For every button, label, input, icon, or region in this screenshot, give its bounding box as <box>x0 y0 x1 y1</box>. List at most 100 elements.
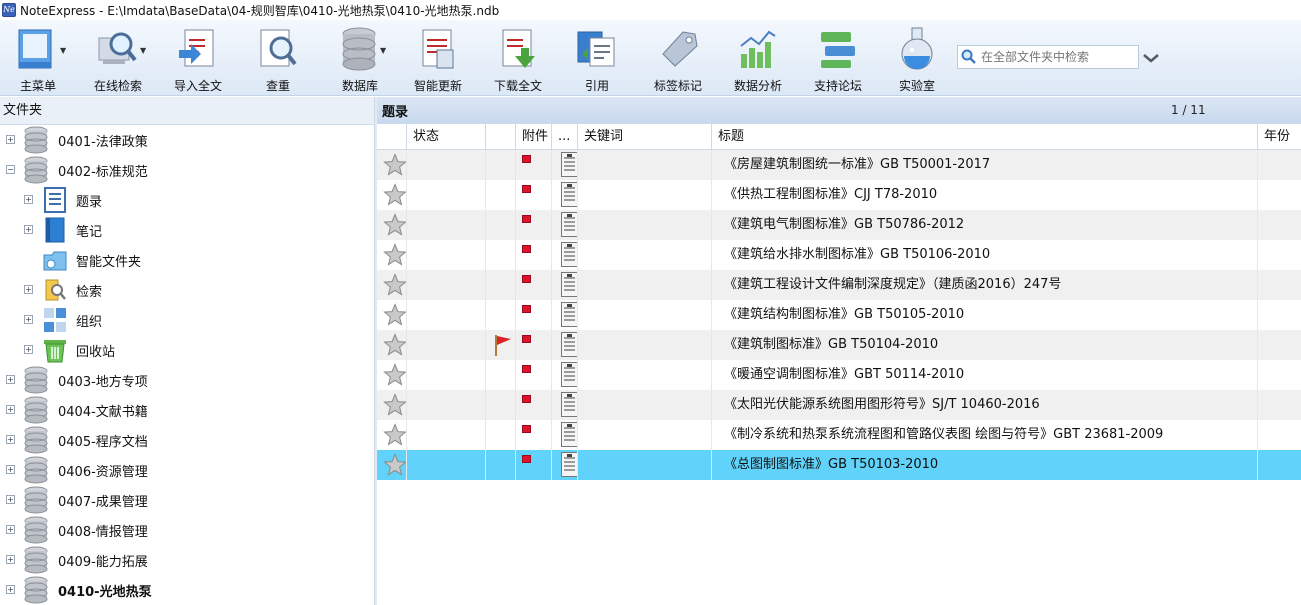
column-attachment[interactable]: 附件 <box>515 124 551 150</box>
folder-tree-item[interactable]: +0404-文献书籍 <box>0 395 374 425</box>
download-fulltext-button[interactable]: 下载全文 <box>490 20 546 96</box>
expand-icon[interactable]: + <box>24 225 33 234</box>
document-icon[interactable] <box>561 332 578 357</box>
folder-tree-item-label: 0405-程序文档 <box>58 435 148 450</box>
document-icon[interactable] <box>561 452 578 477</box>
folder-tree-item[interactable]: +0410-光地热泵 <box>0 575 374 605</box>
column-title[interactable]: 标题 <box>711 124 1257 150</box>
expand-icon[interactable]: + <box>24 195 33 204</box>
star-icon[interactable] <box>383 153 407 177</box>
expand-icon[interactable]: + <box>6 555 15 564</box>
data-analysis-button[interactable]: 数据分析 <box>730 20 786 96</box>
online-search-button[interactable]: 在线检索 ▼ <box>88 20 148 96</box>
expand-icon[interactable]: + <box>24 315 33 324</box>
star-icon[interactable] <box>383 273 407 297</box>
column-more[interactable]: ... <box>551 124 577 150</box>
star-icon[interactable] <box>383 423 407 447</box>
forum-button[interactable]: 支持论坛 <box>810 20 866 96</box>
document-icon[interactable] <box>561 302 578 327</box>
folder-tree-item-label: 0406-资源管理 <box>58 465 148 480</box>
column-keywords[interactable]: 关键词 <box>577 124 711 150</box>
attachment-marker-icon[interactable] <box>522 425 531 433</box>
folder-tree-item[interactable]: +0407-成果管理 <box>0 485 374 515</box>
folder-tree-item[interactable]: +0405-程序文档 <box>0 425 374 455</box>
database-button[interactable]: 数据库 ▼ <box>332 20 388 96</box>
column-year[interactable]: 年份 <box>1257 124 1301 150</box>
document-icon[interactable] <box>561 392 578 417</box>
duplicate-check-button[interactable]: 查重 <box>252 20 304 96</box>
expand-icon[interactable]: + <box>6 375 15 384</box>
attachment-marker-icon[interactable] <box>522 185 531 193</box>
folder-tree-item[interactable]: +0401-法律政策 <box>0 125 374 155</box>
expand-icon[interactable]: + <box>6 435 15 444</box>
attachment-marker-icon[interactable] <box>522 335 531 343</box>
document-icon[interactable] <box>561 152 578 177</box>
collapse-icon[interactable]: − <box>6 165 15 174</box>
star-icon[interactable] <box>383 213 407 237</box>
document-icon[interactable] <box>561 422 578 447</box>
folder-tree-item[interactable]: + 题录 <box>0 185 374 215</box>
document-icon[interactable] <box>561 182 578 207</box>
folder-tree-item[interactable]: + 检索 <box>0 275 374 305</box>
attachment-marker-icon[interactable] <box>522 305 531 313</box>
expand-icon[interactable]: + <box>24 345 33 354</box>
document-icon[interactable] <box>561 362 578 387</box>
lab-button[interactable]: 实验室 <box>892 20 942 96</box>
main-menu-button[interactable]: 主菜单 ▼ <box>10 20 66 96</box>
search-options-chevron-icon[interactable] <box>1141 48 1161 68</box>
document-icon[interactable] <box>561 272 578 297</box>
expand-icon[interactable]: + <box>6 135 15 144</box>
title-bar: Ne NoteExpress - E:\Imdata\BaseData\04-规… <box>0 0 1301 20</box>
expand-icon[interactable]: + <box>6 525 15 534</box>
record-title: 《建筑制图标准》GB T50104-2010 <box>724 337 939 352</box>
database-icon <box>23 426 49 454</box>
star-icon[interactable] <box>383 183 407 207</box>
column-blank[interactable] <box>485 124 515 150</box>
flag-icon[interactable] <box>493 333 513 357</box>
expand-icon[interactable]: + <box>24 285 33 294</box>
cite-button[interactable]: 引用 <box>574 20 620 96</box>
smart-update-button[interactable]: 智能更新 <box>410 20 466 96</box>
folder-tree-item[interactable]: +0403-地方专项 <box>0 365 374 395</box>
chevron-down-icon[interactable]: ▼ <box>140 46 146 55</box>
attachment-marker-icon[interactable] <box>522 215 531 223</box>
folder-tree-item[interactable]: − 0402-标准规范 <box>0 155 374 185</box>
attachment-marker-icon[interactable] <box>522 365 531 373</box>
document-icon[interactable] <box>561 212 578 237</box>
folder-tree-item[interactable]: +0409-能力拓展 <box>0 545 374 575</box>
folder-tree-item-label: 0410-光地热泵 <box>58 585 152 600</box>
chevron-down-icon[interactable]: ▼ <box>380 46 386 55</box>
search-box[interactable] <box>957 45 1139 69</box>
tag-button[interactable]: 标签标记 <box>650 20 706 96</box>
attachment-marker-icon[interactable] <box>522 245 531 253</box>
attachment-marker-icon[interactable] <box>522 395 531 403</box>
star-icon[interactable] <box>383 333 407 357</box>
folder-tree-item[interactable]: +0408-情报管理 <box>0 515 374 545</box>
star-icon[interactable] <box>383 243 407 267</box>
folder-tree-item[interactable]: + 笔记 <box>0 215 374 245</box>
attachment-marker-icon[interactable] <box>522 275 531 283</box>
attachment-marker-icon[interactable] <box>522 155 531 163</box>
column-divider <box>406 150 407 480</box>
folder-tree-item[interactable]: + 回收站 <box>0 335 374 365</box>
import-fulltext-button[interactable]: 导入全文 <box>170 20 226 96</box>
document-icon[interactable] <box>561 242 578 267</box>
column-status[interactable]: 状态 <box>406 124 485 150</box>
star-icon[interactable] <box>383 453 407 477</box>
expand-icon[interactable]: + <box>6 465 15 474</box>
search-input[interactable] <box>981 50 1131 64</box>
expand-icon[interactable]: + <box>6 405 15 414</box>
chevron-down-icon[interactable]: ▼ <box>60 46 66 55</box>
folder-tree-item[interactable]: + 组织 <box>0 305 374 335</box>
star-icon[interactable] <box>383 363 407 387</box>
star-icon[interactable] <box>383 303 407 327</box>
folder-tree-item[interactable]: 智能文件夹 <box>0 245 374 275</box>
expand-icon[interactable]: + <box>6 585 15 594</box>
folder-tree-item[interactable]: +0406-资源管理 <box>0 455 374 485</box>
expand-icon[interactable]: + <box>6 495 15 504</box>
attachment-marker-icon[interactable] <box>522 455 531 463</box>
organize-icon <box>42 307 68 333</box>
records-panel: 题录 1 / 11 状态 附件 ... 关键词 标题 年份 《房屋建筑制图统一标… <box>377 97 1301 605</box>
star-icon[interactable] <box>383 393 407 417</box>
record-title: 《供热工程制图标准》CJJ T78-2010 <box>724 187 938 202</box>
